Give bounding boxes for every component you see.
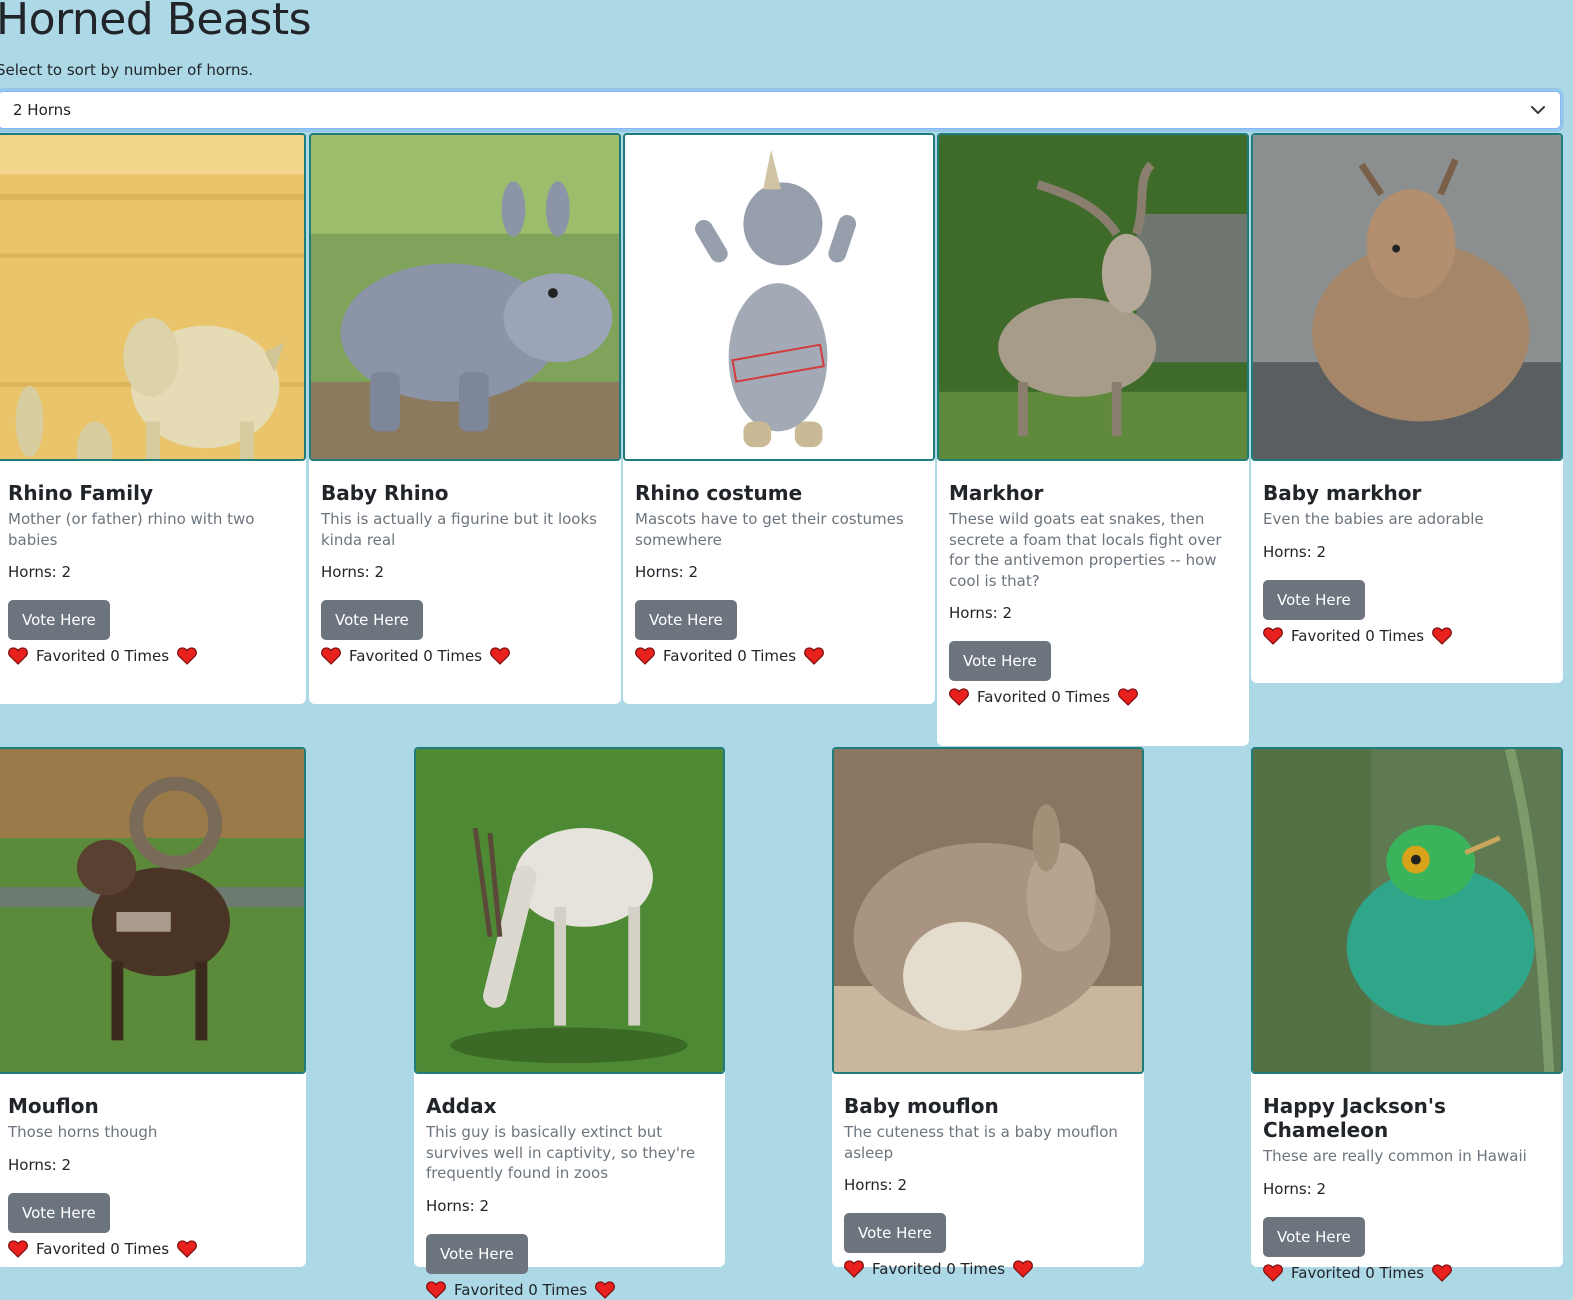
beast-image[interactable] — [309, 133, 621, 461]
horn-count: Horns: 2 — [1263, 542, 1327, 561]
card-title: Baby markhor — [1263, 481, 1422, 505]
beast-card: Baby Rhino This is actually a figurine b… — [309, 133, 621, 704]
heart-icon — [426, 1281, 446, 1299]
favorite-label: Favorited 0 Times — [36, 1239, 170, 1258]
beast-card: Mouflon Those horns though Horns: 2 Vote… — [0, 747, 306, 1267]
sort-instructions: Select to sort by number of horns. — [0, 61, 254, 79]
vote-button[interactable]: Vote Here — [949, 641, 1051, 681]
heart-icon — [1263, 1264, 1283, 1282]
card-title: Baby Rhino — [321, 481, 449, 505]
heart-icon — [1432, 627, 1452, 645]
card-title: Markhor — [949, 481, 1044, 505]
card-description: This guy is basically extinct but surviv… — [426, 1123, 696, 1182]
vote-button[interactable]: Vote Here — [1263, 579, 1365, 620]
favorite-label: Favorited 0 Times — [1291, 626, 1425, 645]
favorite-count: Favorited 0 Times — [844, 1259, 1132, 1279]
beast-card: Baby markhor Even the babies are adorabl… — [1251, 133, 1563, 683]
vote-button[interactable]: Vote Here — [321, 600, 423, 640]
card-title: Rhino Family — [8, 481, 154, 505]
vote-button[interactable]: Vote Here — [426, 1233, 528, 1274]
vote-button[interactable]: Vote Here — [8, 600, 110, 640]
horns-filter-select[interactable]: 2 Horns — [0, 91, 1561, 129]
favorite-count: Favorited 0 Times — [635, 646, 923, 666]
card-description: These are really common in Hawaii — [1263, 1147, 1527, 1165]
heart-icon — [8, 647, 28, 665]
beast-image[interactable] — [0, 133, 306, 461]
favorite-label: Favorited 0 Times — [349, 647, 483, 665]
beast-card: Baby mouflon The cuteness that is a baby… — [832, 747, 1144, 1278]
heart-icon — [177, 647, 197, 665]
favorite-label: Favorited 0 Times — [36, 647, 170, 665]
card-title: Addax — [426, 1094, 497, 1118]
heart-icon — [8, 1240, 28, 1258]
card-description: Mascots have to get their costumes somew… — [635, 510, 904, 549]
beast-card: Rhino Family Mother (or father) rhino wi… — [0, 133, 306, 704]
card-description: The cuteness that is a baby mouflon asle… — [844, 1123, 1118, 1162]
horn-count: Horns: 2 — [8, 563, 72, 581]
beast-image[interactable] — [832, 747, 1144, 1074]
beast-image[interactable] — [1251, 133, 1563, 461]
card-title: Mouflon — [8, 1094, 99, 1118]
favorite-label: Favorited 0 Times — [663, 647, 797, 665]
heart-icon — [177, 1240, 197, 1258]
card-title: Baby mouflon — [844, 1094, 999, 1118]
favorite-label: Favorited 0 Times — [1291, 1263, 1425, 1282]
horn-count: Horns: 2 — [949, 604, 1013, 622]
vote-button[interactable]: Vote Here — [635, 600, 737, 640]
card-description: Those horns though — [8, 1123, 158, 1141]
horn-count: Horns: 2 — [8, 1155, 72, 1174]
heart-icon — [635, 647, 655, 665]
favorite-count: Favorited 0 Times — [1263, 626, 1551, 646]
card-title: Rhino costume — [635, 481, 803, 505]
card-description: Mother (or father) rhino with two babies — [8, 510, 255, 549]
beast-card: Rhino costume Mascots have to get their … — [623, 133, 935, 704]
page-title: Horned Beasts — [0, 0, 312, 45]
beast-image[interactable] — [937, 133, 1249, 461]
favorite-label: Favorited 0 Times — [454, 1280, 588, 1299]
beast-card: Markhor These wild goats eat snakes, the… — [937, 133, 1249, 746]
card-title: Happy Jackson's Chameleon — [1263, 1094, 1446, 1142]
vote-button[interactable]: Vote Here — [844, 1213, 946, 1253]
card-description: Even the babies are adorable — [1263, 510, 1484, 528]
beast-card: Happy Jackson's Chameleon These are real… — [1251, 747, 1563, 1282]
favorite-count: Favorited 0 Times — [321, 646, 609, 666]
horn-count: Horns: 2 — [321, 563, 385, 581]
horn-count: Horns: 2 — [1263, 1179, 1327, 1198]
favorite-count: Favorited 0 Times — [8, 646, 294, 666]
heart-icon — [1013, 1260, 1033, 1278]
select-value: 2 Horns — [13, 101, 71, 119]
heart-icon — [1118, 688, 1138, 706]
favorite-count: Favorited 0 Times — [949, 687, 1237, 707]
vote-button[interactable]: Vote Here — [1263, 1216, 1365, 1257]
beast-image[interactable] — [1251, 747, 1563, 1074]
vote-button[interactable]: Vote Here — [8, 1192, 110, 1233]
beast-card: Addax This guy is basically extinct but … — [414, 747, 725, 1299]
beast-image[interactable] — [623, 133, 935, 461]
horn-count: Horns: 2 — [426, 1196, 490, 1215]
heart-icon — [804, 647, 824, 665]
favorite-label: Favorited 0 Times — [977, 688, 1111, 706]
favorite-label: Favorited 0 Times — [872, 1260, 1006, 1278]
beast-image[interactable] — [414, 747, 725, 1074]
heart-icon — [490, 647, 510, 665]
heart-icon — [844, 1260, 864, 1278]
card-description: This is actually a figurine but it looks… — [321, 510, 597, 549]
favorite-count: Favorited 0 Times — [426, 1280, 713, 1300]
favorite-count: Favorited 0 Times — [1263, 1263, 1551, 1283]
heart-icon — [949, 688, 969, 706]
favorite-count: Favorited 0 Times — [8, 1239, 294, 1259]
beast-image[interactable] — [0, 747, 306, 1074]
heart-icon — [1263, 627, 1283, 645]
chevron-down-icon — [1531, 106, 1545, 114]
heart-icon — [595, 1281, 615, 1299]
heart-icon — [1432, 1264, 1452, 1282]
horn-count: Horns: 2 — [635, 563, 699, 581]
card-description: These wild goats eat snakes, then secret… — [949, 510, 1222, 590]
heart-icon — [321, 647, 341, 665]
horn-count: Horns: 2 — [844, 1176, 908, 1194]
